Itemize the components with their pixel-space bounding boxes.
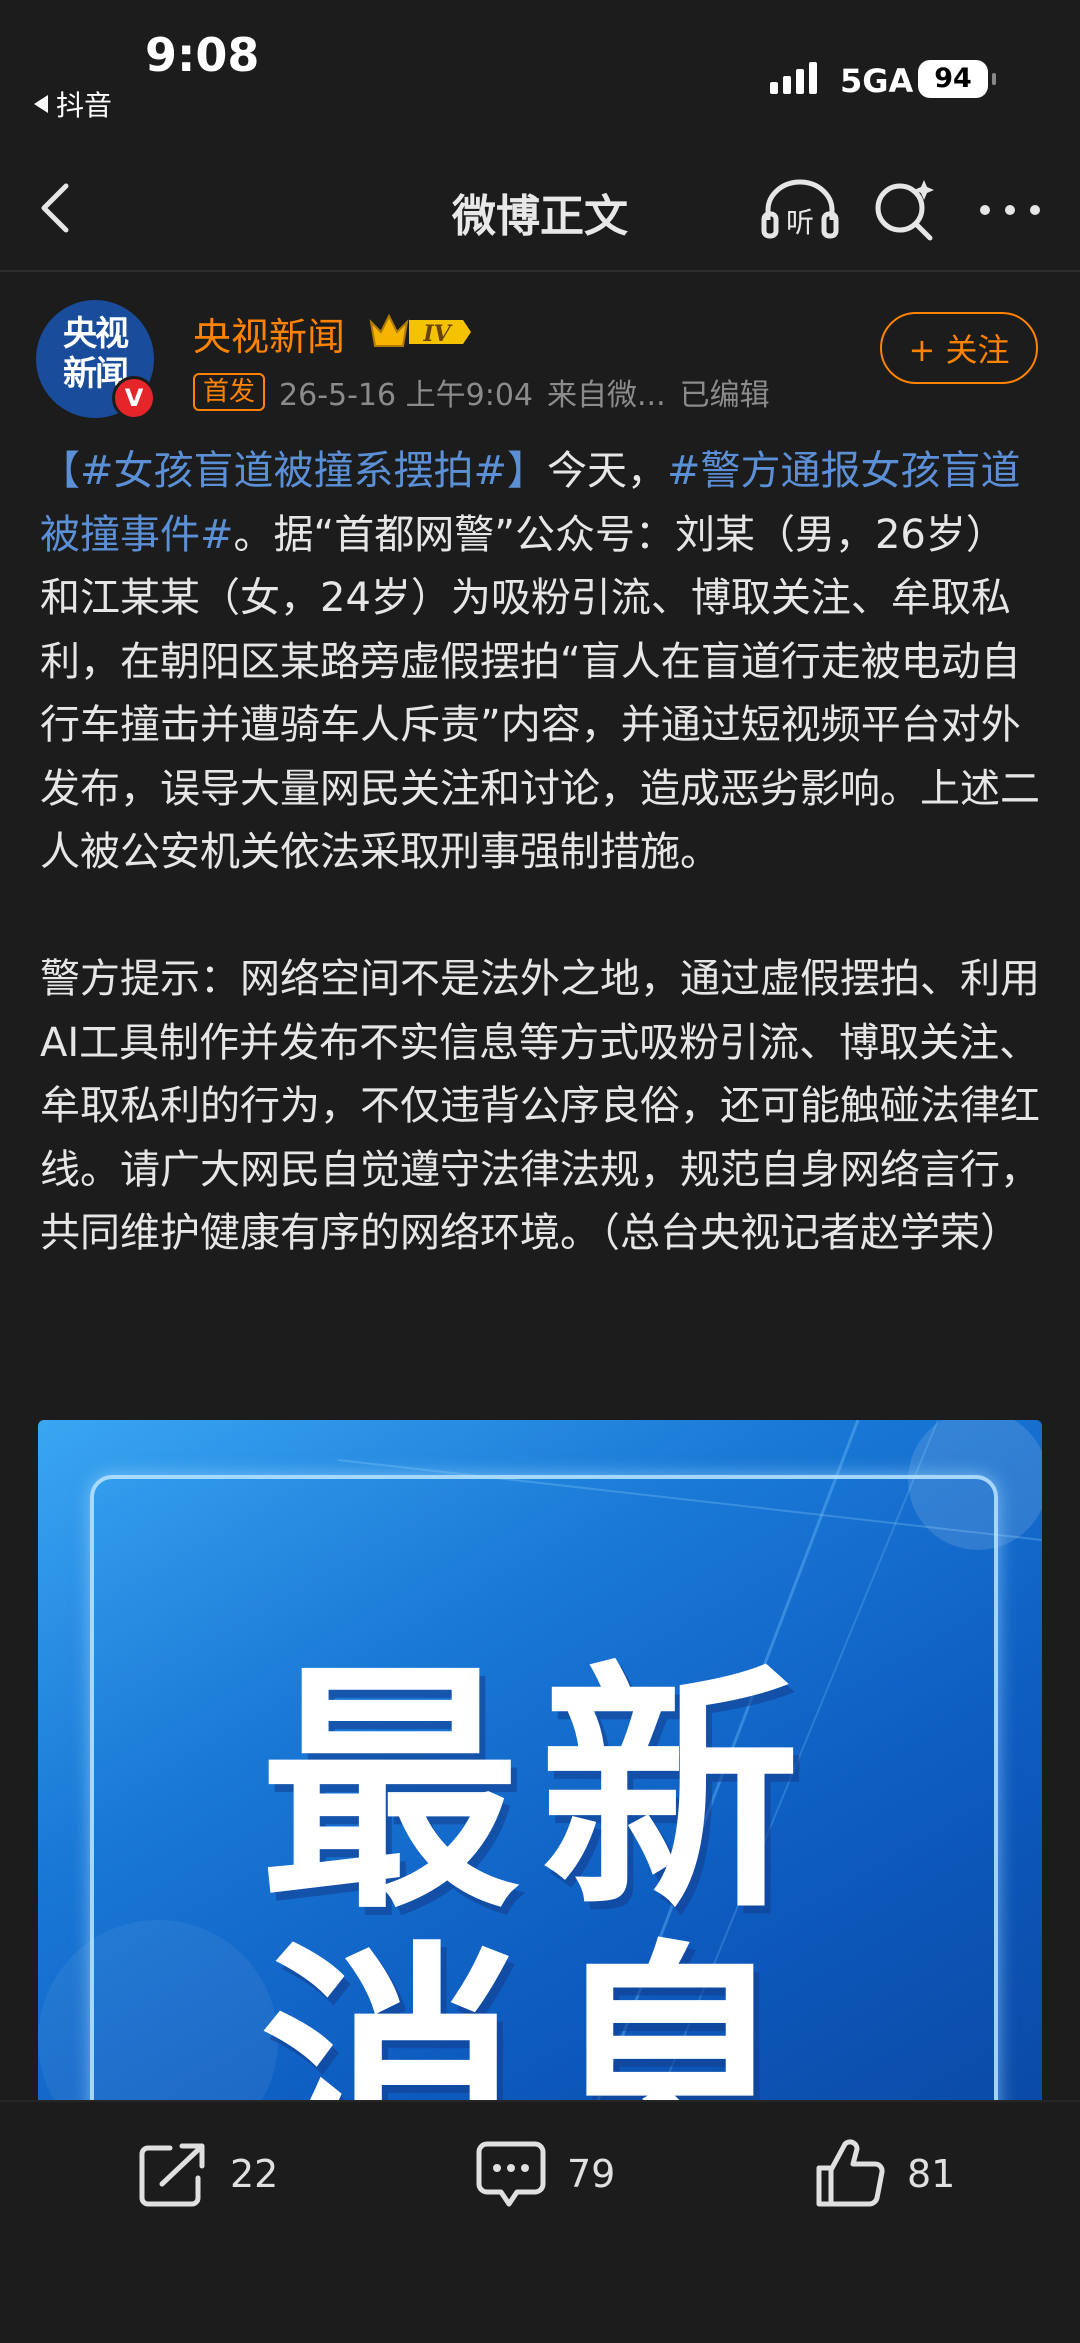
share-icon [139, 2143, 205, 2207]
listen-icon[interactable]: 听 [760, 176, 840, 242]
post-paragraph-2: 警方提示：网络空间不是法外之地，通过虚假摆拍、利用AI工具制作并发布不实信息等方… [40, 956, 1040, 1256]
author-name[interactable]: 央视新闻 [193, 306, 345, 361]
like-button[interactable]: 81 [815, 2134, 955, 2214]
share-button[interactable]: 22 [138, 2134, 278, 2214]
edited-label: 已编辑 [679, 378, 770, 413]
first-publish-tag: 首发 [193, 373, 266, 411]
search-icon[interactable] [872, 176, 938, 242]
avatar-text-1: 央视 [63, 314, 129, 354]
post-image[interactable]: 最新 消息 [38, 1420, 1042, 2100]
post-time: 26-5-16 上午9:04 [279, 378, 534, 413]
comment-button[interactable]: 79 [475, 2134, 615, 2214]
author-avatar[interactable]: 央视 新闻 V [36, 300, 156, 420]
image-headline-2: 消息 [260, 1922, 820, 2100]
verified-badge: V [112, 376, 156, 420]
back-app-label: 抖音 [56, 89, 113, 122]
more-icon[interactable] [975, 180, 1045, 240]
member-level-badge: IV [369, 313, 471, 347]
nav-bar: 微博正文 听 [0, 150, 1080, 272]
network-type: 5GA [840, 62, 914, 100]
topic-link[interactable]: 【#女孩盲道被撞系摆拍#】 [40, 448, 547, 494]
post-meta: 首发 26-5-16 上午9:04 来自微... 已编辑 [193, 370, 770, 414]
post-source: 来自微... [547, 378, 666, 413]
signal-icon [770, 62, 817, 94]
back-triangle-icon [34, 95, 48, 113]
follow-button[interactable]: + 关注 [880, 312, 1038, 384]
level-text: IV [422, 321, 452, 347]
action-bar: 22 79 81 [0, 2100, 1080, 2343]
post-text: 。据“首都网警”公众号：刘某（男，26岁）和江某某（女，24岁）为吸粉引流、博取… [40, 511, 1040, 876]
share-count: 22 [230, 2152, 279, 2196]
battery-indicator: 94 [918, 60, 996, 98]
svg-text:听: 听 [786, 206, 814, 239]
thumbs-up-icon [816, 2139, 885, 2207]
back-to-app-button[interactable]: 抖音 [34, 84, 112, 124]
comment-count: 79 [567, 2152, 616, 2196]
comment-icon [476, 2141, 546, 2207]
like-count: 81 [907, 2152, 956, 2196]
status-bar: 9:08 抖音 5GA 94 [0, 0, 1080, 150]
post-text: 今天， [547, 448, 668, 494]
post-content: 【#女孩盲道被撞系摆拍#】今天，#警方通报女孩盲道被撞事件#。据“首都网警”公众… [40, 440, 1045, 1266]
status-time: 9:08 [145, 28, 260, 82]
